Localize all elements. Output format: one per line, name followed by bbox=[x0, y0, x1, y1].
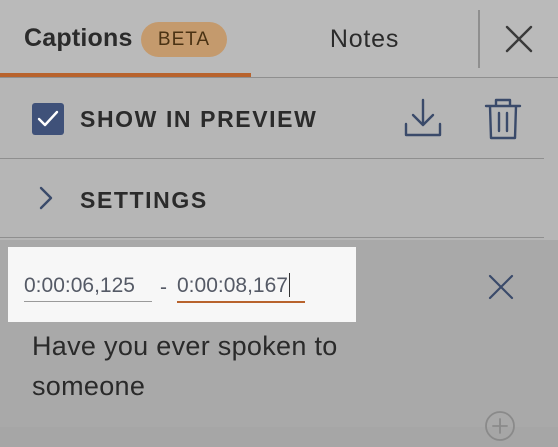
chevron-right-icon bbox=[39, 186, 53, 210]
add-caption-button[interactable] bbox=[484, 410, 516, 442]
start-time-input[interactable]: 0:00:06,125 bbox=[24, 271, 152, 302]
panel-tabbar: Captions BETA Notes bbox=[0, 0, 558, 78]
end-time-input[interactable]: 0:00:08,167 bbox=[177, 271, 305, 303]
show-in-preview-row: SHOW IN PREVIEW bbox=[0, 78, 544, 158]
caption-text-line: Have you ever spoken to bbox=[32, 331, 338, 361]
text-caret bbox=[288, 273, 290, 297]
plus-circle-icon bbox=[485, 411, 515, 441]
caption-text-line: someone bbox=[32, 371, 146, 401]
delete-caption-button[interactable] bbox=[484, 270, 518, 304]
delete-button[interactable] bbox=[478, 94, 528, 144]
close-icon bbox=[505, 25, 533, 53]
download-button[interactable] bbox=[398, 96, 448, 142]
tab-captions[interactable]: Captions BETA bbox=[0, 0, 251, 78]
show-in-preview-checkbox[interactable] bbox=[32, 103, 64, 135]
time-separator: - bbox=[160, 276, 167, 299]
trash-icon bbox=[484, 98, 522, 140]
tab-captions-label: Captions bbox=[24, 24, 133, 52]
caption-text-field[interactable]: Have you ever spoken to someone bbox=[32, 326, 452, 406]
settings-label: SETTINGS bbox=[80, 187, 208, 213]
caption-item: 0:00:06,125 - 0:00:08,167 Have you ever … bbox=[0, 240, 558, 441]
settings-expander[interactable]: SETTINGS bbox=[0, 159, 544, 237]
beta-badge: BETA bbox=[141, 22, 227, 57]
close-panel-button[interactable] bbox=[480, 0, 558, 78]
tab-notes-label: Notes bbox=[329, 25, 400, 53]
options-divider-bottom bbox=[0, 237, 544, 238]
checkmark-icon bbox=[37, 110, 59, 127]
download-icon bbox=[404, 98, 442, 137]
end-time-value: 0:00:08,167 bbox=[177, 274, 288, 297]
close-icon bbox=[488, 274, 514, 300]
show-in-preview-label: SHOW IN PREVIEW bbox=[80, 106, 318, 132]
caption-options: SHOW IN PREVIEW SETTINGS bbox=[0, 78, 558, 240]
tab-notes[interactable]: Notes bbox=[251, 0, 478, 78]
